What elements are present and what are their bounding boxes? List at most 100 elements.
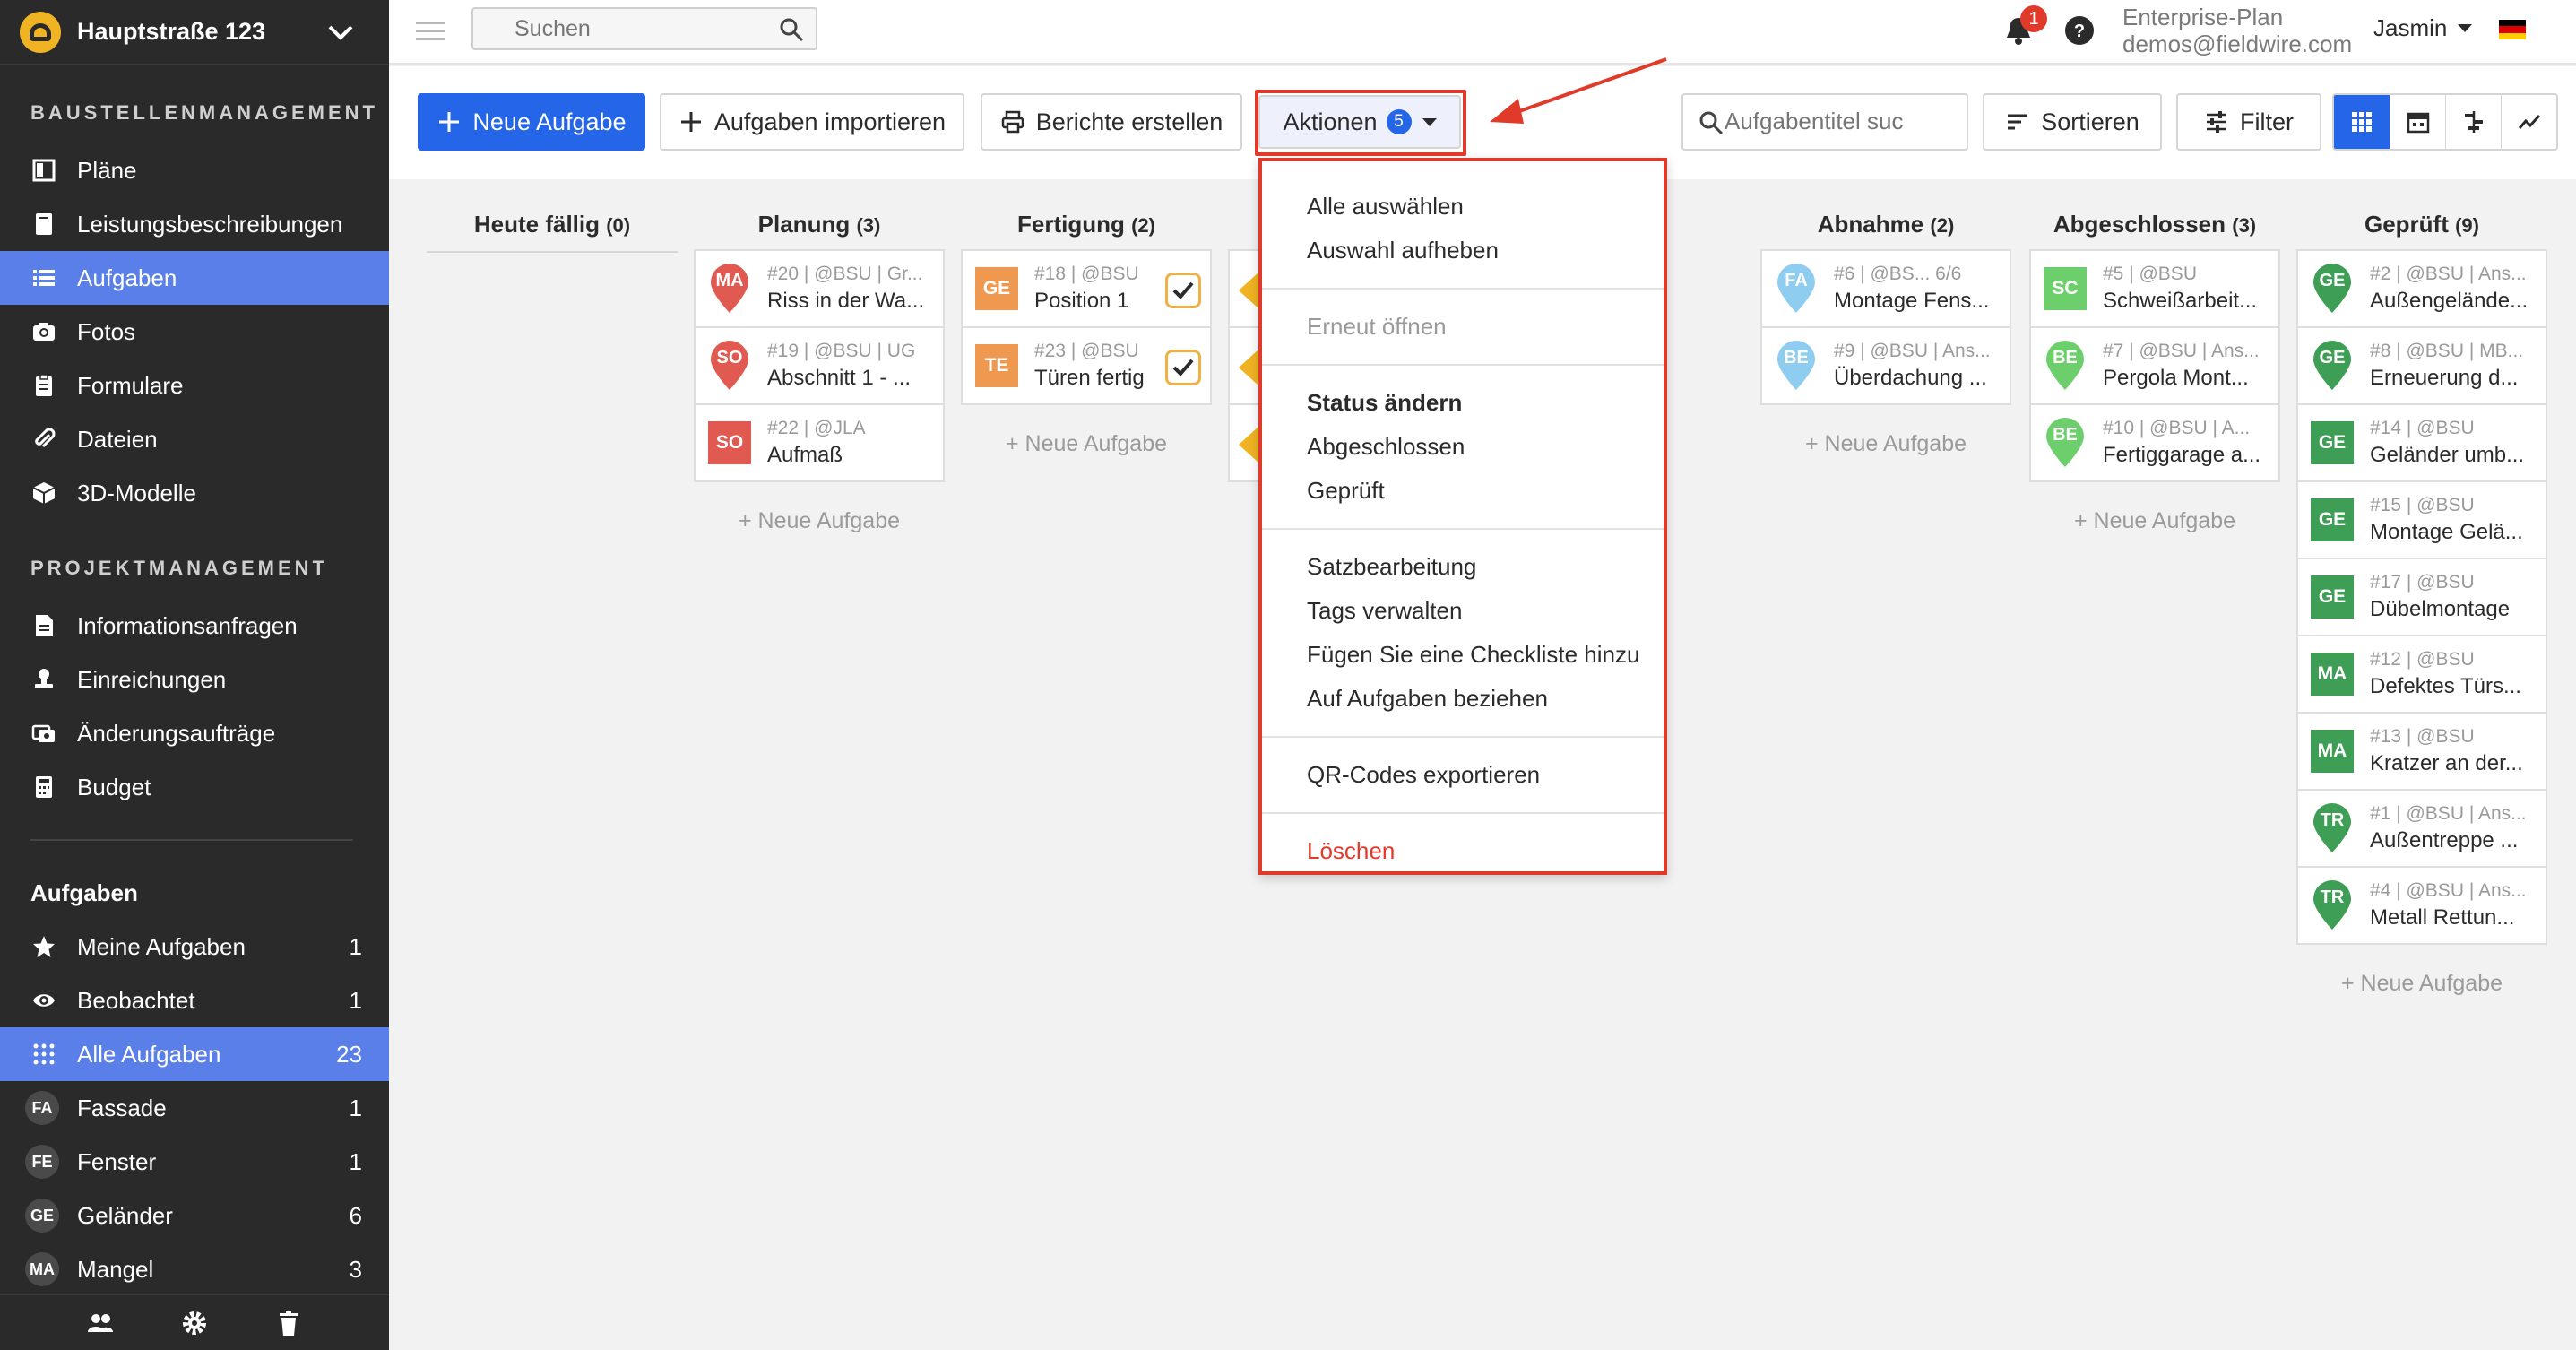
new-task-button[interactable]: Neue Aufgabe (418, 93, 645, 151)
gear-icon[interactable] (180, 1309, 209, 1337)
filter-button[interactable]: Filter (2176, 93, 2321, 151)
add-task-link[interactable]: + Neue Aufgabe (694, 482, 945, 559)
add-task-link[interactable]: + Neue Aufgabe (2296, 945, 2547, 1022)
task-title: Geländer umb... (2370, 443, 2525, 467)
actions-button[interactable]: Aktionen 5 (1258, 95, 1461, 149)
project-name: Hauptstraße 123 (77, 18, 266, 45)
menu-item-alle-auswählen[interactable]: Alle auswählen (1262, 185, 1664, 229)
task-title: Montage Gelä... (2370, 520, 2523, 544)
task-card[interactable]: TR #4 | @BSU | Ans... Metall Rettun... (2296, 866, 2547, 945)
task-card[interactable]: SO #22 | @JLA Aufmaß (694, 403, 945, 482)
task-card[interactable]: TR #1 | @BSU | Ans... Außentreppe ... (2296, 789, 2547, 868)
sidebar-item-meine-aufgaben[interactable]: Meine Aufgaben 1 (0, 920, 389, 974)
sidebar-item-aufgaben[interactable]: Aufgaben (0, 251, 389, 305)
sidebar-item-leistungsbeschreibungen[interactable]: Leistungsbeschreibungen (0, 197, 389, 251)
task-card[interactable]: MA #12 | @BSU Defektes Türs... (2296, 635, 2547, 714)
board-view-button[interactable] (2334, 95, 2390, 149)
sidebar-item-einreichungen[interactable]: Einreichungen (0, 653, 389, 706)
task-card[interactable]: SO #19 | @BSU | UG Abschnitt 1 - ... (694, 326, 945, 405)
task-card[interactable]: GE #14 | @BSU Geländer umb... (2296, 403, 2547, 482)
sidebar-item-pläne[interactable]: Pläne (0, 143, 389, 197)
plus-icon (680, 112, 701, 132)
sidebar-item-3d-modelle[interactable]: 3D-Modelle (0, 466, 389, 520)
task-card[interactable]: BE #9 | @BSU | Ans... Überdachung ... (1760, 326, 2011, 405)
document-icon (30, 612, 57, 639)
german-flag-icon[interactable] (2499, 20, 2526, 39)
global-search-input[interactable] (473, 9, 742, 48)
sidebar-item-alle-aufgaben[interactable]: Alle Aufgaben 23 (0, 1027, 389, 1081)
sidebar-item-fassade[interactable]: FA Fassade 1 (0, 1081, 389, 1135)
task-tag: SO (708, 421, 751, 464)
sort-button[interactable]: Sortieren (1983, 93, 2162, 151)
task-meta: #7 | @BSU | Ans... (2103, 341, 2260, 361)
analytics-view-button[interactable] (2501, 95, 2556, 149)
section-project-management: PROJEKTMANAGEMENT (30, 557, 329, 579)
menu-item-qr-codes-exportieren[interactable]: QR-Codes exportieren (1262, 753, 1664, 797)
task-card[interactable]: TE #23 | @BSU Türen fertig (961, 326, 1212, 405)
search-icon[interactable] (778, 16, 805, 43)
task-card[interactable]: GE #17 | @BSU Dübelmontage (2296, 558, 2547, 636)
menu-separator (1262, 288, 1664, 290)
tag-marker-icon (1239, 427, 1258, 463)
sidebar-item-label: Meine Aufgaben (77, 932, 246, 960)
trash-icon[interactable] (274, 1309, 303, 1337)
sidebar-item-beobachtet[interactable]: Beobachtet 1 (0, 974, 389, 1027)
add-task-link[interactable]: + Neue Aufgabe (1760, 405, 2011, 482)
task-card[interactable]: GE #15 | @BSU Montage Gelä... (2296, 480, 2547, 559)
menu-item-auf-aufgaben-beziehen[interactable]: Auf Aufgaben beziehen (1262, 677, 1664, 721)
help-icon[interactable]: ? (2063, 14, 2096, 47)
add-task-link[interactable]: + Neue Aufgabe (961, 405, 1212, 482)
sidebar-item-fotos[interactable]: Fotos (0, 305, 389, 359)
sidebar-item-formulare[interactable]: Formulare (0, 359, 389, 412)
sidebar-item-mangel[interactable]: MA Mangel 3 (0, 1242, 389, 1296)
sidebar-item-geländer[interactable]: GE Geländer 6 (0, 1189, 389, 1242)
task-card[interactable]: GE #2 | @BSU | Ans... Außengelände... (2296, 249, 2547, 328)
task-title: Türen fertig (1034, 366, 1145, 390)
task-card[interactable]: BE #7 | @BSU | Ans... Pergola Mont... (2029, 326, 2280, 405)
calendar-view-button[interactable] (2390, 95, 2445, 149)
menu-item-tags-verwalten[interactable]: Tags verwalten (1262, 589, 1664, 633)
sidebar-item-count: 1 (349, 932, 362, 960)
task-title: Schweißarbeit... (2103, 289, 2258, 313)
menu-item-geprüft[interactable]: Geprüft (1262, 469, 1664, 513)
people-icon[interactable] (86, 1309, 115, 1337)
menu-item-auswahl-aufheben[interactable]: Auswahl aufheben (1262, 229, 1664, 273)
chevron-down-icon[interactable] (323, 14, 359, 50)
task-card[interactable]: GE #18 | @BSU Position 1 (961, 249, 1212, 328)
list-icon (30, 264, 57, 291)
import-tasks-button[interactable]: Aufgaben importieren (660, 93, 964, 151)
task-meta: #17 | @BSU (2370, 572, 2475, 593)
checkbox-checked-icon[interactable] (1165, 273, 1201, 308)
sidebar-item-label: Geländer (77, 1201, 173, 1229)
sidebar-item-änderungsaufträge[interactable]: Änderungsaufträge (0, 706, 389, 760)
create-reports-button[interactable]: Berichte erstellen (981, 93, 1242, 151)
tag-badge-icon: GE (25, 1199, 59, 1233)
menu-item-löschen[interactable]: Löschen (1262, 829, 1664, 873)
menu-item-satzbearbeitung[interactable]: Satzbearbeitung (1262, 545, 1664, 589)
task-tag: GE (2311, 498, 2354, 541)
menu-item-abgeschlossen[interactable]: Abgeschlossen (1262, 425, 1664, 469)
gantt-view-button[interactable] (2445, 95, 2501, 149)
task-title: Riss in der Wa... (767, 289, 925, 313)
printer-icon (1001, 110, 1024, 134)
sidebar-item-budget[interactable]: Budget (0, 760, 389, 814)
task-card[interactable]: SC #5 | @BSU Schweißarbeit... (2029, 249, 2280, 328)
sidebar-item-informationsanfragen[interactable]: Informationsanfragen (0, 599, 389, 653)
task-card[interactable]: MA #13 | @BSU Kratzer an der... (2296, 712, 2547, 791)
task-card[interactable]: GE #8 | @BSU | MB... Erneuerung d... (2296, 326, 2547, 405)
column-title: Abgeschlossen (2053, 211, 2226, 238)
hamburger-menu-icon[interactable] (416, 18, 445, 45)
column-header: Abnahme (2) (1760, 197, 2011, 251)
user-menu[interactable]: Jasmin (2373, 14, 2473, 42)
sidebar-item-fenster[interactable]: FE Fenster 1 (0, 1135, 389, 1189)
menu-item-fügen-sie-eine-checkliste-hinzu[interactable]: Fügen Sie eine Checkliste hinzu (1262, 633, 1664, 677)
task-title-search-input[interactable] (1725, 95, 1967, 147)
checkbox-checked-icon[interactable] (1165, 350, 1201, 385)
add-task-link[interactable]: + Neue Aufgabe (2029, 482, 2280, 559)
project-switcher[interactable]: Hauptstraße 123 (0, 0, 389, 65)
task-card[interactable]: MA #20 | @BSU | Gr... Riss in der Wa... (694, 249, 945, 328)
sidebar-item-dateien[interactable]: Dateien (0, 412, 389, 466)
import-tasks-label: Aufgaben importieren (713, 108, 947, 135)
task-card[interactable]: FA #6 | @BS... 6/6 Montage Fens... (1760, 249, 2011, 328)
task-card[interactable]: BE #10 | @BSU | A... Fertiggarage a... (2029, 403, 2280, 482)
